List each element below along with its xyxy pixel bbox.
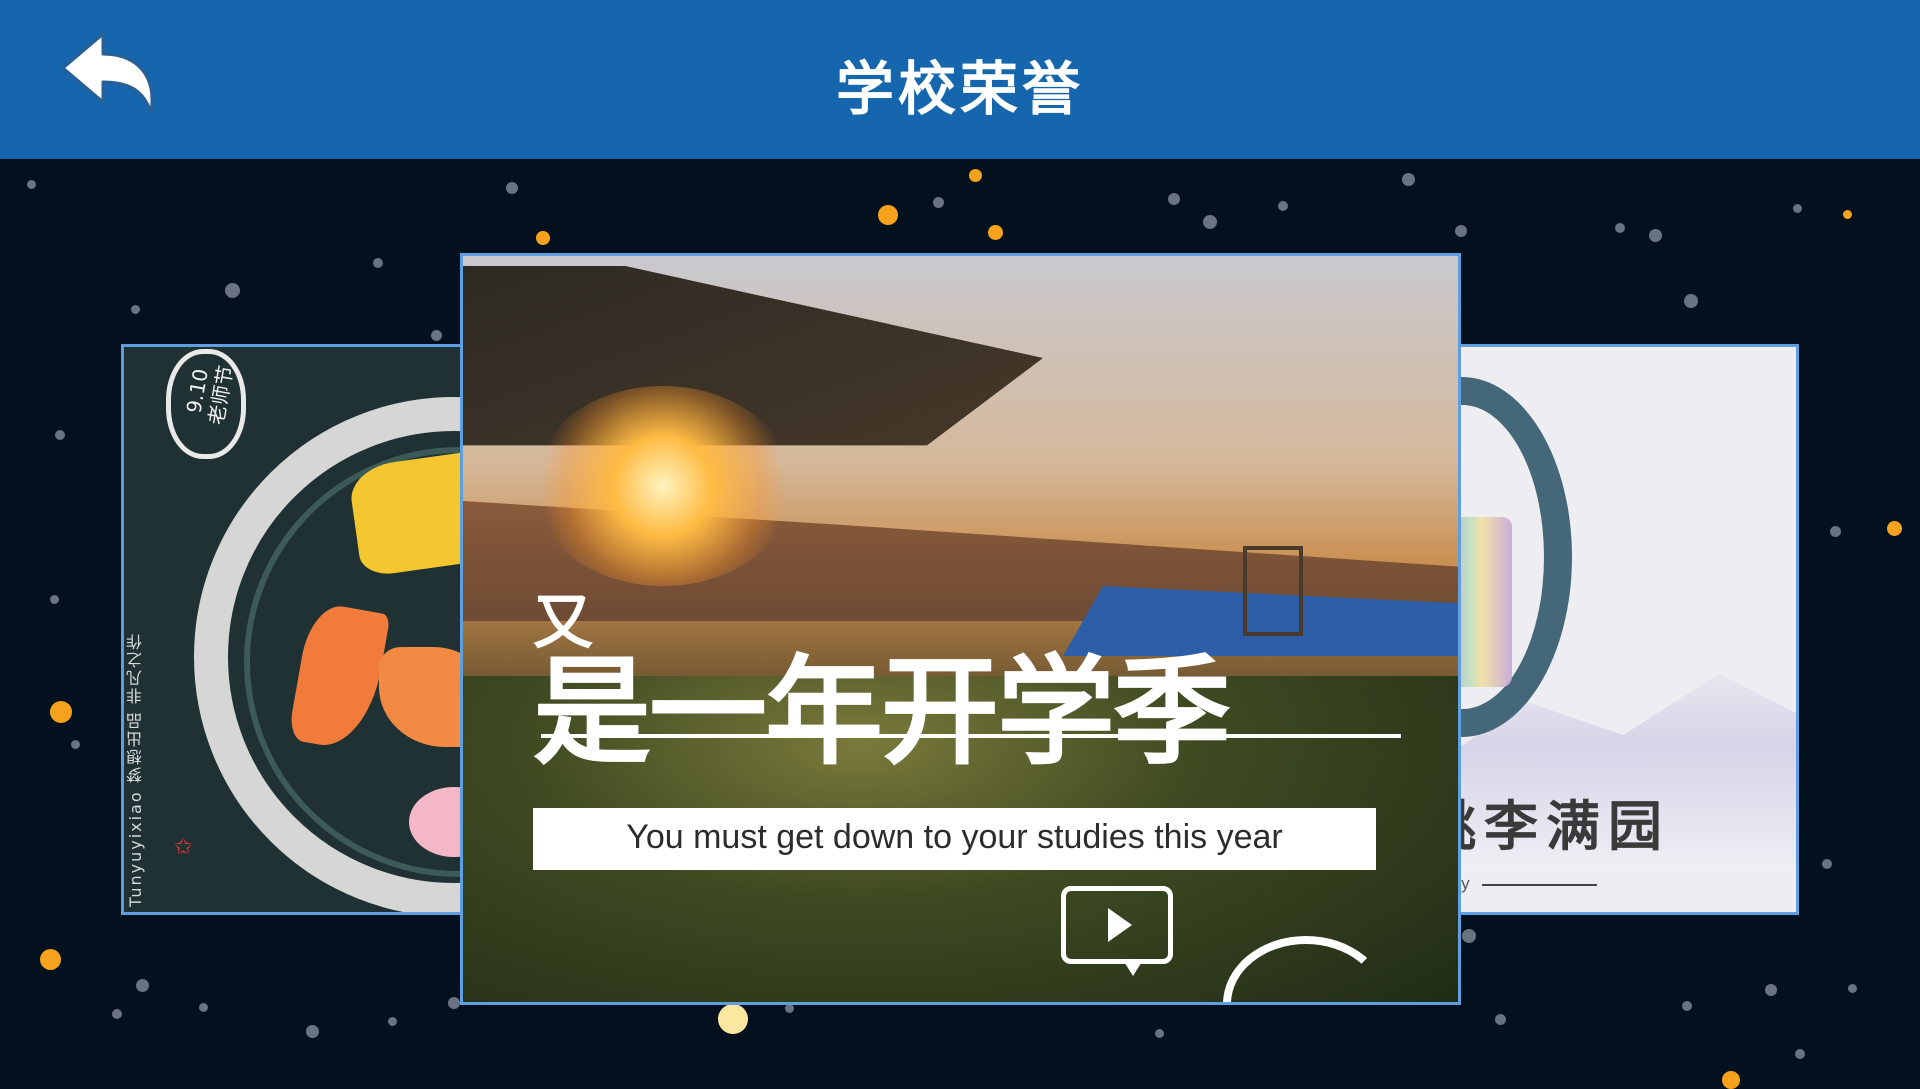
- carousel-card-right[interactable]: 桃李满园 s day: [1409, 344, 1799, 915]
- play-button[interactable]: [1061, 886, 1173, 964]
- divider: [1482, 884, 1597, 886]
- subtitle-text: You must get down to your studies this y…: [626, 818, 1283, 856]
- page-title: 学校荣誉: [835, 55, 1084, 123]
- top-bar: 学校荣誉: [0, 0, 1920, 159]
- star-icon: ✩: [174, 835, 193, 860]
- carousel-card-center[interactable]: 又 是一年开学季 You must get down to your studi…: [460, 253, 1461, 1005]
- carousel-card-left[interactable]: 9.10 老师节 Tunyuyixiao 梦想出品 非凡之作 ✩: [121, 344, 477, 915]
- headline-underline: [541, 734, 1401, 738]
- play-icon: [1108, 908, 1132, 942]
- headline: 是一年开学季: [533, 643, 1231, 781]
- subtitle-banner: You must get down to your studies this y…: [533, 808, 1376, 870]
- bubble-text: 9.10 老师节: [181, 363, 238, 427]
- sun-glow: [533, 386, 793, 586]
